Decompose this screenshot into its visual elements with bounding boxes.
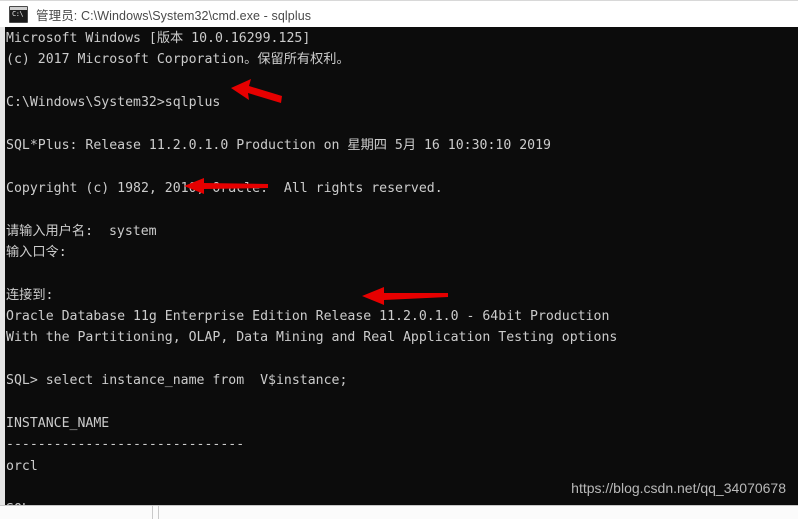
title-bar[interactable]: C:\ 管理员: C:\Windows\System32\cmd.exe - s… <box>0 0 798 27</box>
cmd-window: C:\ 管理员: C:\Windows\System32\cmd.exe - s… <box>0 0 798 505</box>
console-line: orcl <box>6 458 38 474</box>
window-title: 管理员: C:\Windows\System32\cmd.exe - sqlpl… <box>36 8 312 23</box>
watermark: https://blog.csdn.net/qq_34070678 <box>571 480 786 496</box>
console-line: C:\Windows\System32>sqlplus <box>6 95 221 111</box>
console-line: (c) 2017 Microsoft Corporation。保留所有权利。 <box>6 52 350 68</box>
window-bottom-edge <box>0 505 798 519</box>
console-line: SQL*Plus: Release 11.2.0.1.0 Production … <box>6 137 552 153</box>
console-line: Copyright (c) 1982, 2010, Oracle. All ri… <box>6 180 443 196</box>
console-line: Oracle Database 11g Enterprise Edition R… <box>6 309 610 325</box>
console-line: With the Partitioning, OLAP, Data Mining… <box>6 330 618 346</box>
console-text-block: Microsoft Windows [版本 10.0.16299.125] (c… <box>6 28 798 505</box>
console-line: ------------------------------ <box>6 437 245 453</box>
console-line: INSTANCE_NAME <box>6 416 110 432</box>
console-icon: C:\ <box>9 5 28 23</box>
taskbar-tick <box>152 506 153 519</box>
console-line: Microsoft Windows [版本 10.0.16299.125] <box>6 31 311 46</box>
console-output-area[interactable]: Microsoft Windows [版本 10.0.16299.125] (c… <box>0 27 798 505</box>
console-line: 输入口令: <box>6 244 67 260</box>
console-line: 连接到: <box>6 287 54 303</box>
console-line: SQL> select instance_name from V$instanc… <box>6 373 348 389</box>
console-icon-prompt-glyph: C:\ <box>12 9 24 18</box>
taskbar-tick <box>158 506 159 519</box>
console-line: 请输入用户名: system <box>6 223 157 239</box>
screenshot-root: C:\ 管理员: C:\Windows\System32\cmd.exe - s… <box>0 0 798 519</box>
